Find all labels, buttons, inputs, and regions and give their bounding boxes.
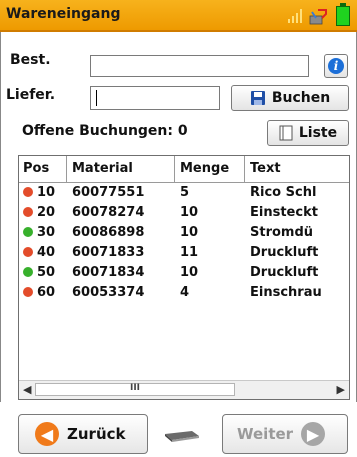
column-header-pos[interactable]: Pos	[19, 156, 67, 182]
title-bar: Wareneingang	[0, 0, 357, 32]
arrow-left-icon: ◀	[35, 422, 59, 446]
material-cell: 60071834	[72, 265, 145, 280]
best-input[interactable]	[90, 55, 309, 77]
liefer-label: Liefer.	[6, 87, 56, 103]
back-label: Zurück	[67, 425, 126, 443]
text-cell: Druckluft	[250, 265, 319, 280]
scroll-left-icon[interactable]: ◀	[23, 383, 31, 396]
liste-button[interactable]: Liste	[267, 120, 349, 146]
menge-cell: 10	[180, 265, 199, 280]
liefer-input[interactable]	[90, 86, 220, 110]
bottom-bar: ◀ Zurück Weiter ▶	[0, 402, 357, 457]
scroll-grip: III	[129, 383, 141, 393]
status-dot-red	[23, 187, 33, 197]
text-cell: Einsteckt	[250, 205, 318, 220]
arrow-right-icon: ▶	[301, 422, 326, 446]
horizontal-scrollbar[interactable]: ◀ III ▶	[19, 380, 349, 399]
scrollbar-thumb[interactable]: III	[35, 383, 235, 396]
text-cell: Stromdü	[250, 225, 314, 240]
column-header-material[interactable]: Material	[67, 156, 175, 182]
connection-icon	[309, 9, 327, 25]
material-cell: 60053374	[72, 285, 145, 300]
next-label: Weiter	[237, 425, 294, 443]
table-row[interactable]: 10 60077551 5 Rico Schl	[19, 183, 349, 203]
table-row[interactable]: 50 60071834 10 Druckluft	[19, 263, 349, 283]
menge-cell: 11	[180, 245, 199, 260]
text-cell: Druckluft	[250, 245, 319, 260]
scroll-right-icon[interactable]: ▶	[337, 383, 345, 396]
table-header: Pos Material Menge Text	[19, 156, 349, 183]
table-row[interactable]: 30 60086898 10 Stromdü	[19, 223, 349, 243]
text-caret	[96, 90, 97, 106]
table-row[interactable]: 20 60078274 10 Einsteckt	[19, 203, 349, 223]
table-row[interactable]: 40 60071833 11 Druckluft	[19, 243, 349, 263]
back-button[interactable]: ◀ Zurück	[18, 414, 148, 454]
bookings-table[interactable]: Pos Material Menge Text 10 60077551 5 Ri…	[18, 155, 350, 400]
pos-cell: 20	[37, 205, 56, 220]
pos-cell: 40	[37, 245, 56, 260]
status-dot-red	[23, 207, 33, 217]
save-icon	[250, 91, 265, 105]
status-dot-green	[23, 227, 33, 237]
table-row[interactable]: 60 60053374 4 Einschrau	[19, 283, 349, 303]
text-cell: Einschrau	[250, 285, 322, 300]
buchen-button[interactable]: Buchen	[231, 85, 349, 111]
pos-cell: 60	[37, 285, 56, 300]
liste-label: Liste	[298, 125, 338, 141]
material-cell: 60071833	[72, 245, 145, 260]
battery-icon	[336, 3, 350, 26]
status-dot-green	[23, 267, 33, 277]
status-dot-red	[23, 247, 33, 257]
table-rows: 10 60077551 5 Rico Schl 20 60078274 10 E…	[19, 183, 349, 303]
signal-icon	[288, 9, 302, 23]
best-label: Best.	[10, 52, 51, 68]
material-cell: 60078274	[72, 205, 145, 220]
menge-cell: 4	[180, 285, 190, 300]
text-cell: Rico Schl	[250, 185, 317, 200]
buchen-label: Buchen	[271, 90, 331, 106]
column-header-text[interactable]: Text	[245, 156, 349, 182]
app-title: Wareneingang	[6, 6, 121, 22]
list-icon	[279, 125, 293, 141]
offene-buchungen-text: Offene Buchungen: 0	[22, 123, 188, 139]
info-button[interactable]: i	[324, 54, 348, 78]
next-button[interactable]: Weiter ▶	[222, 414, 348, 454]
info-icon: i	[328, 58, 344, 74]
material-cell: 60086898	[72, 225, 145, 240]
pos-cell: 10	[37, 185, 56, 200]
menge-cell: 10	[180, 205, 199, 220]
column-header-menge[interactable]: Menge	[175, 156, 245, 182]
menge-cell: 5	[180, 185, 190, 200]
menge-cell: 10	[180, 225, 199, 240]
material-cell: 60077551	[72, 185, 145, 200]
pos-cell: 30	[37, 225, 56, 240]
status-dot-red	[23, 287, 33, 297]
scanner-icon	[165, 431, 199, 442]
pos-cell: 50	[37, 265, 56, 280]
